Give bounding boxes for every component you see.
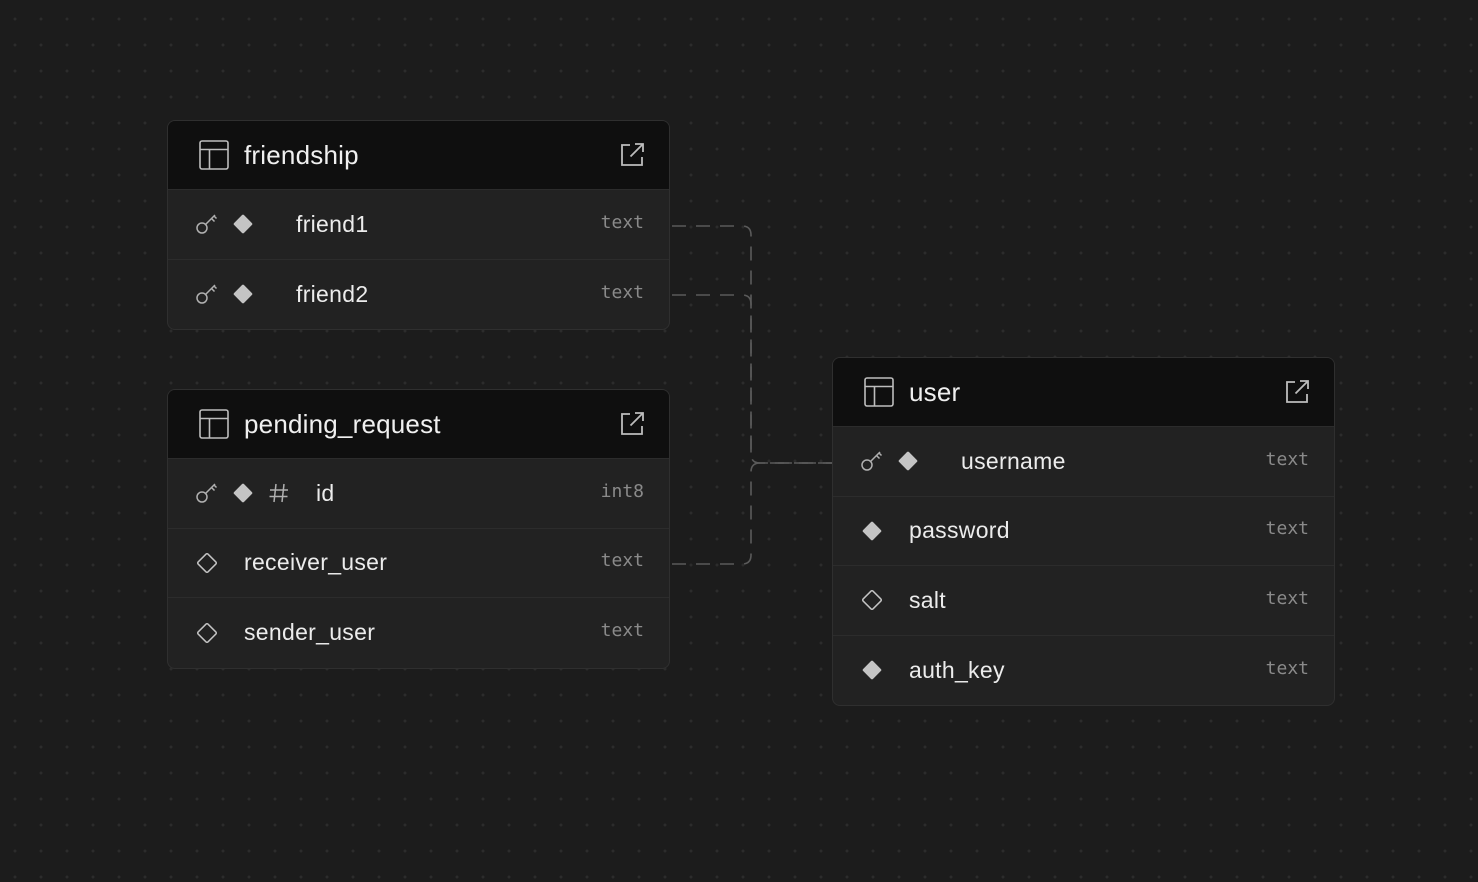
column-type: int8 xyxy=(600,480,644,502)
column-name: sender_user xyxy=(244,619,376,646)
table-grid-icon xyxy=(198,139,230,171)
table-title: user xyxy=(909,376,961,407)
external-link-icon[interactable] xyxy=(617,140,647,170)
diamond-outline-icon xyxy=(194,620,220,646)
table-grid-icon xyxy=(198,408,230,440)
column-row-username[interactable]: username text xyxy=(833,427,1334,497)
table-title: pending_request xyxy=(244,408,441,439)
edge-friend1-to-username xyxy=(672,225,832,464)
diamond-filled-icon xyxy=(230,211,256,237)
column-name: password xyxy=(909,517,1010,544)
edge-friend2-to-username xyxy=(672,294,832,464)
column-type: text xyxy=(600,281,644,303)
column-type: text xyxy=(1265,448,1309,470)
table-friendship[interactable]: friendship friend1 text friend2 text xyxy=(167,120,670,330)
hash-icon xyxy=(266,480,292,506)
key-icon xyxy=(194,281,220,307)
column-row-password[interactable]: password text xyxy=(833,497,1334,566)
column-row-salt[interactable]: salt text xyxy=(833,566,1334,636)
column-row-sender-user[interactable]: sender_user text xyxy=(168,598,669,668)
column-name: auth_key xyxy=(909,656,1005,683)
column-row-friend1[interactable]: friend1 text xyxy=(168,190,669,260)
column-name: id xyxy=(316,479,335,506)
table-grid-icon xyxy=(863,376,895,408)
column-type: text xyxy=(1265,518,1309,540)
table-header: user xyxy=(833,358,1334,427)
table-user[interactable]: user username text password text salt te… xyxy=(832,357,1335,706)
table-header: friendship xyxy=(168,121,669,190)
diamond-filled-icon xyxy=(859,518,885,544)
table-pending-request[interactable]: pending_request id int8 receiver_user te… xyxy=(167,389,670,669)
column-row-id[interactable]: id int8 xyxy=(168,459,669,529)
column-name: username xyxy=(961,447,1066,474)
diamond-outline-icon xyxy=(859,587,885,613)
column-row-receiver-user[interactable]: receiver_user text xyxy=(168,529,669,598)
column-type: text xyxy=(600,211,644,233)
column-name: receiver_user xyxy=(244,549,388,576)
column-type: text xyxy=(600,620,644,642)
external-link-icon[interactable] xyxy=(617,409,647,439)
diamond-filled-icon xyxy=(230,281,256,307)
column-row-friend2[interactable]: friend2 text xyxy=(168,260,669,330)
key-icon xyxy=(194,211,220,237)
diamond-filled-icon xyxy=(859,657,885,683)
key-icon xyxy=(194,480,220,506)
edge-receiver-user-to-username xyxy=(672,462,832,565)
diamond-outline-icon xyxy=(194,550,220,576)
column-row-auth-key[interactable]: auth_key text xyxy=(833,636,1334,706)
column-type: text xyxy=(1265,657,1309,679)
column-name: friend1 xyxy=(296,210,369,237)
table-header: pending_request xyxy=(168,390,669,459)
diamond-filled-icon xyxy=(895,448,921,474)
column-type: text xyxy=(600,550,644,572)
diamond-filled-icon xyxy=(230,480,256,506)
table-title: friendship xyxy=(244,139,359,170)
column-type: text xyxy=(1265,587,1309,609)
external-link-icon[interactable] xyxy=(1282,377,1312,407)
column-name: salt xyxy=(909,586,946,613)
column-name: friend2 xyxy=(296,280,369,307)
key-icon xyxy=(859,448,885,474)
